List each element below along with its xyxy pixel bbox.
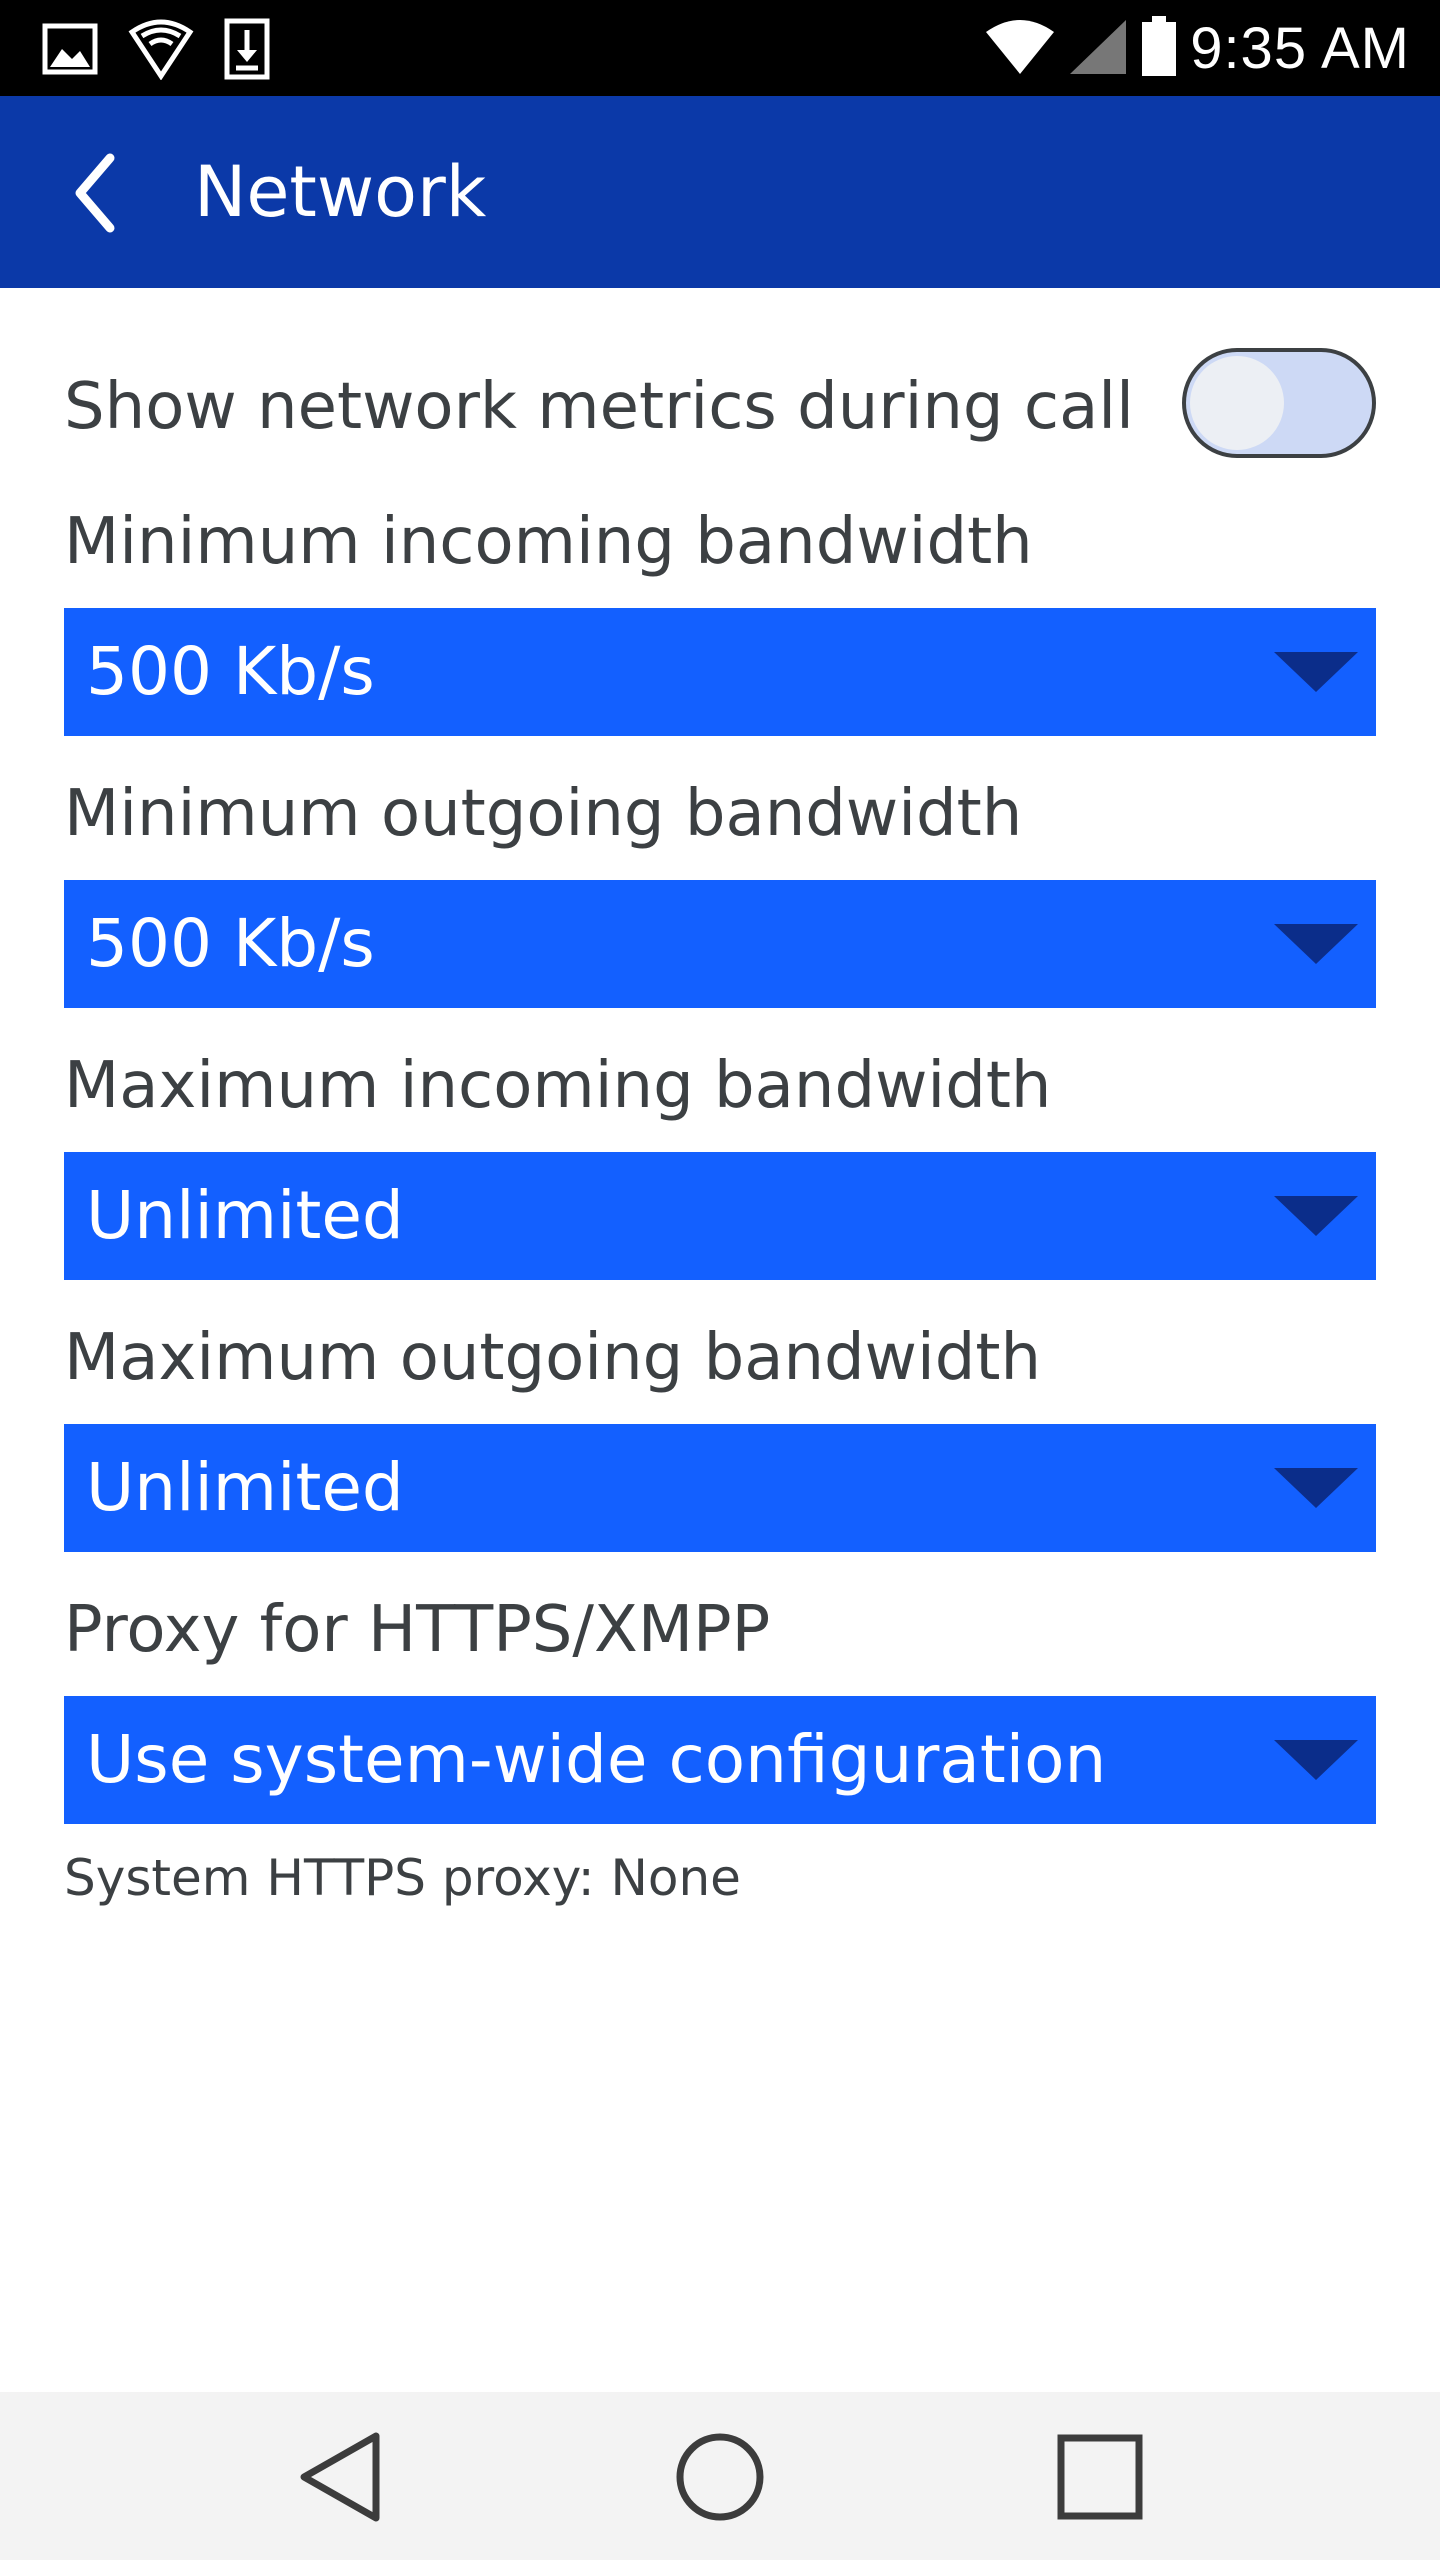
- dropdown-arrow-icon: [1274, 1468, 1358, 1508]
- dropdown-arrow-icon: [1274, 1196, 1358, 1236]
- max-incoming-select[interactable]: Unlimited: [64, 1152, 1376, 1280]
- status-left-icons: [42, 18, 270, 85]
- min-outgoing-value: 500 Kb/s: [86, 905, 375, 982]
- min-outgoing-select[interactable]: 500 Kb/s: [64, 880, 1376, 1008]
- min-incoming-label: Minimum incoming bandwidth: [64, 505, 1033, 579]
- nav-recents-button[interactable]: [1045, 2422, 1155, 2532]
- wifi-icon: [984, 18, 1056, 81]
- download-icon: [224, 18, 270, 85]
- max-incoming-value: Unlimited: [86, 1177, 404, 1254]
- nav-home-button[interactable]: [665, 2422, 775, 2532]
- nav-back-button[interactable]: [286, 2422, 396, 2532]
- dropdown-arrow-icon: [1274, 652, 1358, 692]
- nav-home-icon: [676, 2433, 764, 2521]
- min-incoming-select[interactable]: 500 Kb/s: [64, 608, 1376, 736]
- proxy-select[interactable]: Use system-wide configuration: [64, 1696, 1376, 1824]
- proxy-label: Proxy for HTTPS/XMPP: [64, 1593, 771, 1667]
- metrics-toggle-switch[interactable]: [1182, 348, 1376, 458]
- app-bar: Network: [0, 96, 1440, 288]
- max-outgoing-select[interactable]: Unlimited: [64, 1424, 1376, 1552]
- proxy-value: Use system-wide configuration: [86, 1721, 1107, 1798]
- nav-back-icon: [300, 2432, 380, 2522]
- min-incoming-value: 500 Kb/s: [86, 633, 375, 710]
- image-icon: [42, 21, 98, 82]
- status-bar: 9:35 AM: [0, 0, 1440, 96]
- signal-icon: [1068, 18, 1128, 81]
- back-chevron-icon: [75, 153, 115, 233]
- max-outgoing-value: Unlimited: [86, 1449, 404, 1526]
- back-button[interactable]: [58, 148, 148, 238]
- min-outgoing-label: Minimum outgoing bandwidth: [64, 777, 1023, 851]
- max-outgoing-label: Maximum outgoing bandwidth: [64, 1321, 1042, 1395]
- battery-icon: [1140, 15, 1178, 83]
- shield-icon: [128, 18, 194, 85]
- status-right-icons: 9:35 AM: [984, 14, 1410, 84]
- page-title: Network: [194, 151, 487, 233]
- dropdown-arrow-icon: [1274, 1740, 1358, 1780]
- nav-recents-icon: [1057, 2434, 1143, 2520]
- proxy-hint: System HTTPS proxy: None: [64, 1849, 741, 1907]
- metrics-toggle-label: Show network metrics during call: [64, 370, 1134, 444]
- metrics-toggle-row: Show network metrics during call: [64, 348, 1376, 458]
- navigation-bar: [0, 2392, 1440, 2560]
- status-time: 9:35 AM: [1190, 16, 1410, 81]
- dropdown-arrow-icon: [1274, 924, 1358, 964]
- max-incoming-label: Maximum incoming bandwidth: [64, 1049, 1052, 1123]
- toggle-knob: [1190, 356, 1284, 450]
